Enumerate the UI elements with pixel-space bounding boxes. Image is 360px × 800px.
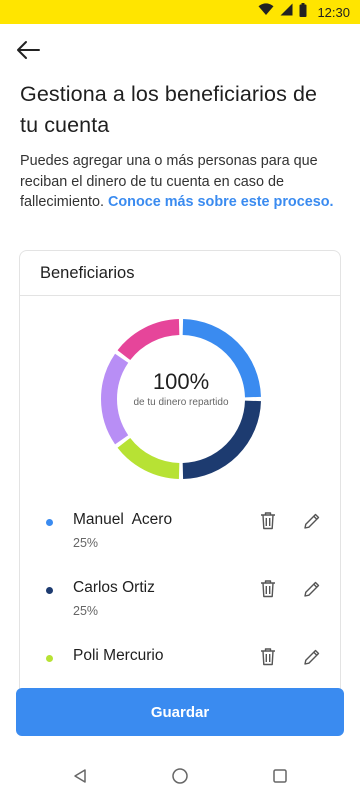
wifi-icon [258, 3, 274, 21]
beneficiary-name: Poli Mercurio [73, 647, 164, 664]
delete-beneficiary-button[interactable] [256, 579, 280, 603]
back-triangle-icon[interactable] [70, 766, 90, 786]
battery-icon [299, 2, 307, 22]
beneficiary-percent: 25% [73, 604, 99, 618]
intro-text: Puedes agregar una o más personas para q… [20, 151, 340, 213]
beneficiary-color-dot [46, 655, 53, 662]
beneficiaries-card: Beneficiarios 100% de tu dinero repartid… [19, 250, 341, 710]
edit-beneficiary-button[interactable] [300, 579, 324, 603]
learn-more-link[interactable]: Conoce más sobre este proceso. [108, 194, 334, 210]
trash-icon [260, 579, 276, 603]
pencil-icon [303, 512, 321, 535]
beneficiary-item: Manuel Acero 25% [20, 503, 340, 571]
android-nav-bar [0, 752, 360, 800]
beneficiary-name: Carlos Ortiz [73, 579, 155, 596]
recents-square-icon[interactable] [270, 766, 290, 786]
donut-slice-2 [117, 437, 180, 479]
arrow-left-icon [16, 40, 40, 65]
donut-slice-4 [117, 319, 180, 361]
beneficiary-item: Carlos Ortiz 25% [20, 571, 340, 639]
edit-beneficiary-button[interactable] [300, 647, 324, 671]
delete-beneficiary-button[interactable] [256, 511, 280, 535]
status-icons: 12:30 [258, 0, 350, 24]
card-title: Beneficiarios [40, 263, 135, 282]
donut-center: 100% de tu dinero repartido [101, 368, 261, 410]
pencil-icon [303, 580, 321, 603]
beneficiary-percent: 25% [73, 536, 99, 550]
signal-icon [280, 3, 293, 21]
beneficiaries-list: Manuel Acero 25% Carlos Ortiz 25% Poli M… [20, 503, 340, 707]
edit-beneficiary-button[interactable] [300, 511, 324, 535]
trash-icon [260, 511, 276, 535]
status-bar: 12:30 [0, 0, 360, 24]
beneficiary-color-dot [46, 587, 53, 594]
beneficiary-name: Manuel Acero [73, 511, 173, 528]
donut-caption: de tu dinero repartido [133, 397, 229, 408]
donut-slice-1 [182, 400, 261, 479]
distribution-donut-chart: 100% de tu dinero repartido [20, 296, 340, 491]
donut-percent: 100% [152, 369, 210, 394]
delete-beneficiary-button[interactable] [256, 647, 280, 671]
pencil-icon [303, 648, 321, 671]
home-circle-icon[interactable] [170, 766, 190, 786]
card-header: Beneficiarios [20, 251, 340, 296]
trash-icon [260, 647, 276, 671]
page-title: Gestiona a los beneficiarios de tu cuent… [20, 82, 318, 137]
save-button[interactable]: Guardar [16, 688, 344, 736]
beneficiary-color-dot [46, 519, 53, 526]
status-time: 12:30 [317, 4, 350, 20]
back-button[interactable] [12, 38, 44, 66]
